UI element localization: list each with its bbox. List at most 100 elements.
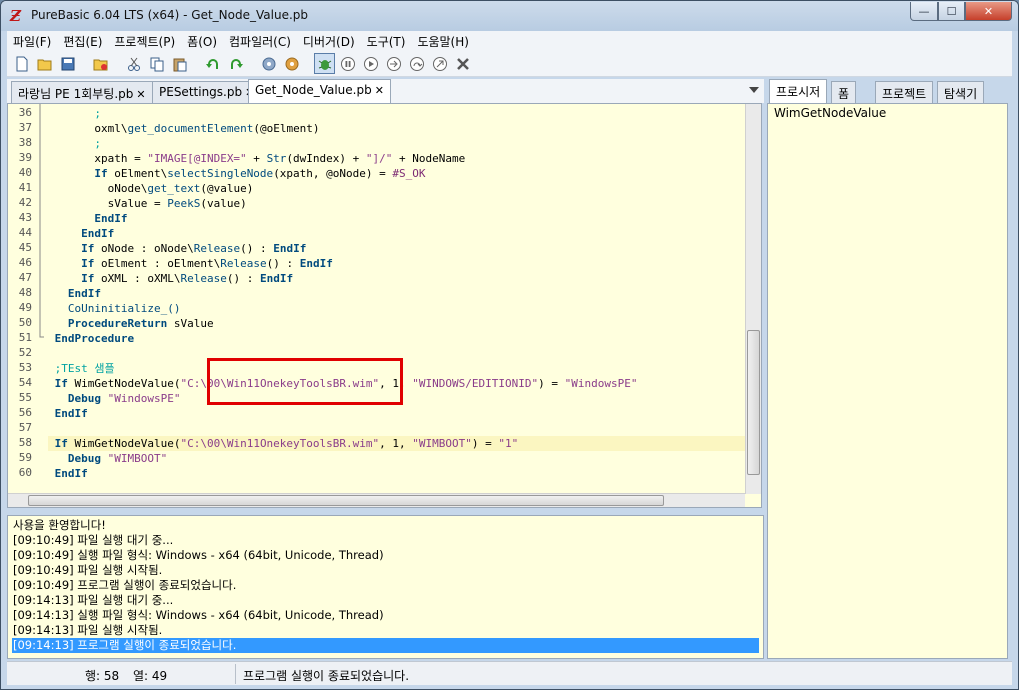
code-line-58-current: If WimGetNodeValue("C:\00\Win11OnekeyToo…: [48, 436, 745, 451]
menu-bar: 파일(F) 편집(E) 프로젝트(P) 폼(O) 컴파일러(C) 디버거(D) …: [7, 31, 1012, 51]
close-button[interactable]: ✕: [965, 2, 1012, 21]
editor-horizontal-scrollbar[interactable]: [8, 493, 745, 507]
code-line-55: Debug "WindowsPE": [67, 392, 181, 405]
line-number: 49: [18, 301, 32, 314]
purebasic-logo-icon: Ƶ: [10, 7, 21, 25]
menu-compiler[interactable]: 컴파일러(C): [223, 33, 297, 50]
line-number: 42: [18, 196, 32, 209]
line-number: 36: [18, 106, 32, 119]
status-message: 프로그램 실행이 종료되었습니다.: [243, 669, 410, 683]
line-number: 57: [18, 421, 32, 434]
tab-label: PESettings.pb: [159, 85, 243, 99]
redo-icon[interactable]: [225, 53, 246, 74]
minimize-button[interactable]: —: [910, 2, 938, 21]
line-number: 40: [18, 166, 32, 179]
maximize-button[interactable]: ☐: [938, 2, 965, 21]
debugger-toggle-icon[interactable]: [314, 53, 335, 74]
status-divider: [235, 664, 236, 684]
log-line: [09:10:49] 실행 파일 형식: Windows - x64 (64bi…: [13, 548, 384, 562]
line-number: 53: [18, 361, 32, 374]
scrollbar-thumb[interactable]: [747, 330, 760, 475]
compile-run-icon[interactable]: [258, 53, 279, 74]
toolbar: [7, 51, 1012, 77]
tab-file-3-active[interactable]: Get_Node_Value.pb ✕: [248, 79, 391, 103]
log-line: [09:10:49] 파일 실행 시작됨.: [13, 563, 163, 577]
line-number: 58: [18, 436, 32, 449]
menu-edit[interactable]: 편집(E): [57, 33, 108, 50]
code-line-49: CoUninitialize_(): [67, 302, 181, 315]
toolbar-separator: [113, 53, 121, 74]
log-line-selected[interactable]: [09:14:13] 프로그램 실행이 종료되었습니다.: [12, 638, 759, 653]
menu-file[interactable]: 파일(F): [7, 33, 57, 50]
menu-form[interactable]: 폼(O): [181, 33, 223, 50]
tab-explorer[interactable]: 탐색기: [937, 81, 985, 103]
step-over-icon[interactable]: [406, 53, 427, 74]
tab-label: Get_Node_Value.pb: [255, 83, 372, 97]
save-icon[interactable]: [57, 53, 78, 74]
line-number-gutter: 36 37 38 39 40 41 42 43 44 45 46 47 48 49 50 51 52 53 54 55…: [8, 104, 36, 494]
code-line-51: EndProcedure: [54, 332, 135, 345]
step-out-icon[interactable]: [429, 53, 450, 74]
paste-icon[interactable]: [169, 53, 190, 74]
line-number: 60: [18, 466, 32, 479]
undo-icon[interactable]: [202, 53, 223, 74]
procedure-item[interactable]: WimGetNodeValue: [774, 106, 1001, 120]
menu-debugger[interactable]: 디버거(D): [297, 33, 361, 50]
line-number: 39: [18, 151, 32, 164]
continue-icon[interactable]: [360, 53, 381, 74]
highlight-annotation-box: [207, 358, 403, 405]
editor-vertical-scrollbar[interactable]: [745, 104, 761, 494]
code-line-39: xpath = "IMAGE[@INDEX=" + Str(dwIndex) +…: [94, 152, 466, 165]
file-tab-bar: 라랑님 PE 1회부팅.pb✕ PESettings.pb✕ Get_Node_…: [7, 79, 764, 103]
line-number: 41: [18, 181, 32, 194]
tab-project[interactable]: 프로젝트: [875, 81, 934, 103]
code-line-40: If oElment\selectSingleNode(xpath, @oNod…: [94, 167, 426, 180]
pause-icon[interactable]: [337, 53, 358, 74]
code-line-36: ;: [94, 107, 101, 120]
line-number: 50: [18, 316, 32, 329]
toolbar-separator: [248, 53, 256, 74]
cut-icon[interactable]: [123, 53, 144, 74]
title-bar[interactable]: Ƶ PureBasic 6.04 LTS (x64) - Get_Node_Va…: [1, 1, 1018, 31]
code-line-59: Debug "WIMBOOT": [67, 452, 168, 465]
tab-file-2[interactable]: PESettings.pb✕: [152, 81, 262, 103]
new-file-icon[interactable]: [11, 53, 32, 74]
toolbar-separator: [192, 53, 200, 74]
error-log-panel[interactable]: 사용을 환영합니다! [09:10:49] 파일 실행 대기 중... [09:…: [7, 515, 764, 659]
line-number: 55: [18, 391, 32, 404]
line-number: 47: [18, 271, 32, 284]
tab-close-icon[interactable]: ✕: [375, 84, 384, 97]
tab-file-1[interactable]: 라랑님 PE 1회부팅.pb ✕: [11, 81, 153, 103]
build-icon[interactable]: [281, 53, 302, 74]
window-title: PureBasic 6.04 LTS (x64) - Get_Node_Valu…: [31, 8, 308, 22]
code-line-41: oNode\get_text(@value): [107, 182, 254, 195]
code-line-48: EndIf: [67, 287, 101, 300]
kill-program-icon[interactable]: [452, 53, 473, 74]
status-bar: 행: 58 열: 49 프로그램 실행이 종료되었습니다.: [7, 661, 1012, 685]
open-folder-icon[interactable]: [34, 53, 55, 74]
code-line-38: ;: [94, 137, 101, 150]
line-number: 54: [18, 376, 32, 389]
code-editor[interactable]: 36 37 38 39 40 41 42 43 44 45 46 47 48 49 50 51 52 53 54 55…: [7, 103, 762, 508]
log-line: [09:14:13] 파일 실행 대기 중...: [13, 593, 174, 607]
line-number: 38: [18, 136, 32, 149]
code-line-60: EndIf: [54, 467, 88, 480]
copy-icon[interactable]: [146, 53, 167, 74]
tab-list-dropdown-icon[interactable]: [749, 87, 759, 93]
menu-tools[interactable]: 도구(T): [361, 33, 412, 50]
menu-help[interactable]: 도움말(H): [411, 33, 475, 50]
tab-form[interactable]: 폼: [831, 81, 857, 103]
menu-project[interactable]: 프로젝트(P): [108, 33, 181, 50]
code-line-44: EndIf: [81, 227, 115, 240]
line-number: 48: [18, 286, 32, 299]
project-icon[interactable]: [90, 53, 111, 74]
step-icon[interactable]: [383, 53, 404, 74]
toolbar-separator: [304, 53, 312, 74]
line-number: 46: [18, 256, 32, 269]
tab-procedures[interactable]: 프로시저: [769, 79, 828, 103]
line-number: 44: [18, 226, 32, 239]
main-window: Ƶ PureBasic 6.04 LTS (x64) - Get_Node_Va…: [0, 0, 1019, 690]
tab-close-icon[interactable]: ✕: [136, 88, 145, 101]
scrollbar-thumb[interactable]: [28, 495, 664, 506]
code-line-43: EndIf: [94, 212, 128, 225]
